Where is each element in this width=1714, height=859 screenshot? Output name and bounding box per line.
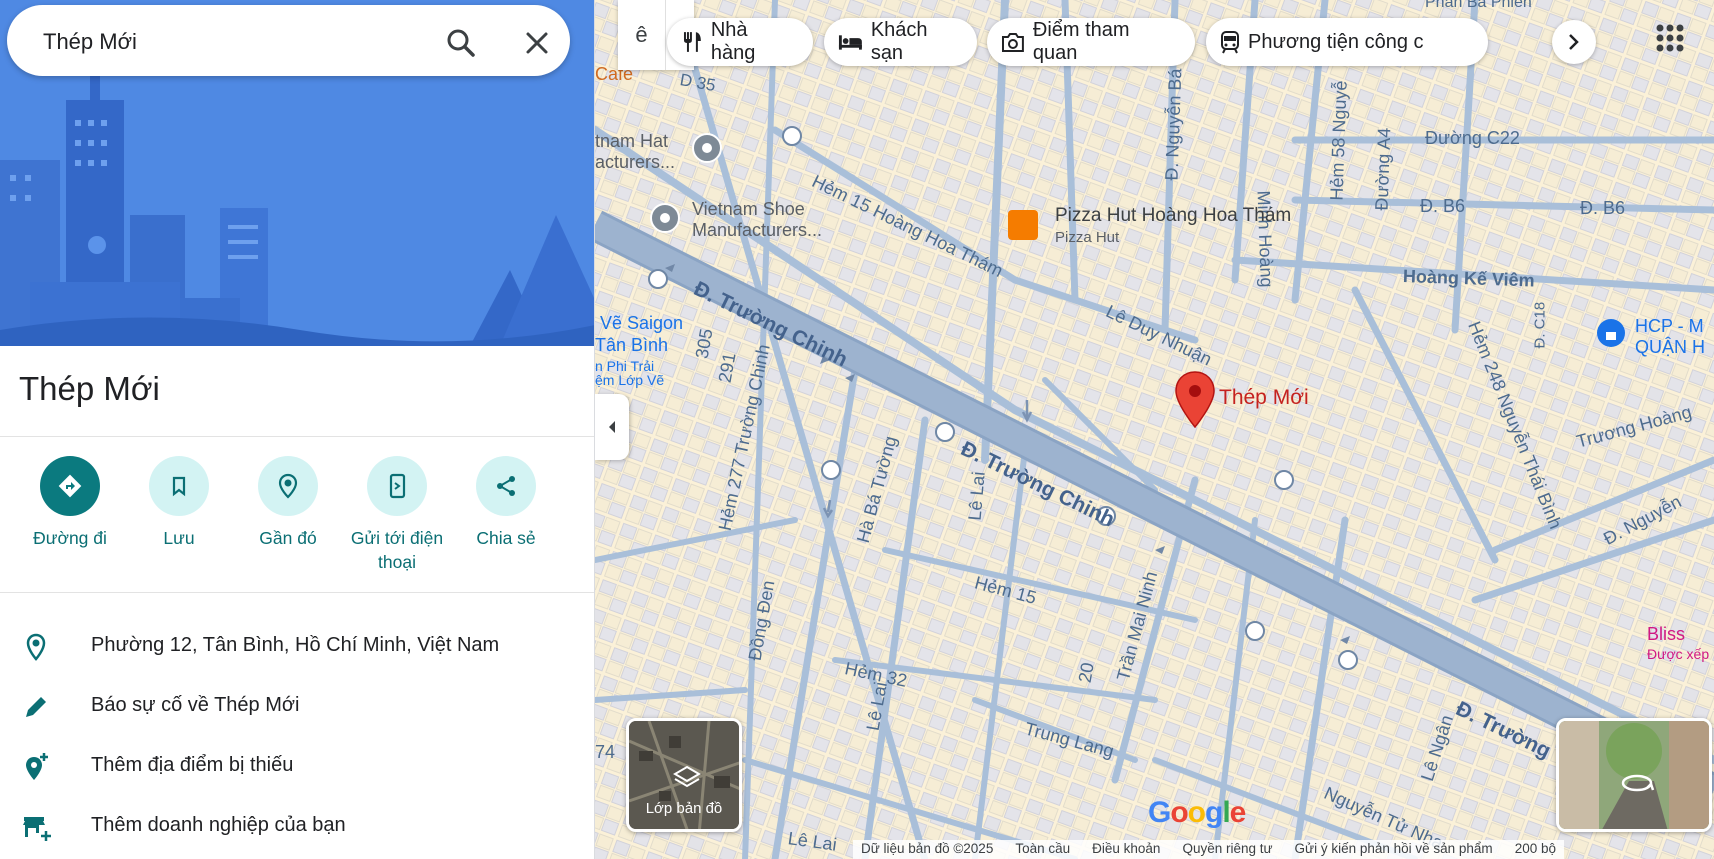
- poi-label: Vietnam Shoe: [692, 199, 805, 219]
- add-business-icon: [23, 817, 51, 841]
- street-view-thumbnail: [1559, 721, 1709, 829]
- divider: [0, 436, 594, 437]
- map-label: Đường A4: [1371, 127, 1395, 211]
- share-icon: [497, 476, 515, 496]
- directions-label: Đường đi: [33, 528, 107, 548]
- map-data-attribution[interactable]: Dữ liệu bản đồ ©2025: [861, 841, 993, 858]
- map-label: 74: [595, 742, 616, 762]
- scale-label[interactable]: 200 bộ: [1515, 841, 1556, 858]
- directions-button[interactable]: Đường đi: [10, 456, 130, 550]
- transit-icon: [1221, 31, 1239, 54]
- poi-label: Tân Bình: [595, 335, 669, 355]
- map-footer: Dữ liệu bản đồ ©2025 Toàn cầu Điều khoản…: [853, 840, 1564, 859]
- poi-label: acturers...: [595, 152, 676, 172]
- map-base: [595, 0, 1714, 859]
- terms-link[interactable]: Điều khoản: [1092, 841, 1160, 858]
- search-box[interactable]: Thép Mới: [7, 5, 570, 76]
- nearby-label: Gần đó: [259, 528, 317, 548]
- add-business-row[interactable]: Thêm doanh nghiệp của bạn: [0, 800, 594, 852]
- chip-transit[interactable]: Phương tiện công c: [1206, 18, 1488, 66]
- location-pin-icon: [26, 633, 46, 661]
- map-type-icon[interactable]: ê: [618, 0, 666, 70]
- map-label: Đ. B6: [1420, 196, 1466, 216]
- suggest-edit-text: Báo sự cố về Thép Mới: [91, 694, 300, 716]
- address-row[interactable]: Phường 12, Tân Bình, Hồ Chí Minh, Việt N…: [0, 620, 594, 672]
- chevron-right-icon[interactable]: [1552, 20, 1596, 64]
- directions-icon: [58, 474, 82, 498]
- save-button[interactable]: Lưu: [119, 456, 239, 550]
- chip-label: Điểm tham quan: [1032, 19, 1130, 64]
- map-label: Hẻm 58 Nguyễ: [1326, 80, 1351, 201]
- region-link[interactable]: Toàn cầu: [1015, 841, 1070, 858]
- chip-restaurants[interactable]: Nhà hàng: [667, 18, 813, 66]
- poi-label: HCP - M: [1635, 316, 1704, 336]
- add-place-text: Thêm địa điểm bị thiếu: [91, 754, 294, 776]
- place-hero-image[interactable]: Thép Mới: [0, 0, 594, 346]
- poi-label: Được xếp: [1647, 646, 1710, 662]
- add-place-icon: [26, 753, 48, 780]
- nearby-icon: [278, 473, 298, 499]
- bookmark-icon: [172, 476, 186, 497]
- map-label: 20: [1074, 660, 1098, 685]
- poi-label: Vẽ Saigon: [600, 313, 684, 333]
- feedback-link[interactable]: Gửi ý kiến phản hồi về sản phẩm: [1295, 841, 1493, 858]
- street-view-button[interactable]: [1556, 718, 1712, 832]
- chip-hotels[interactable]: Khách sạn: [824, 18, 977, 66]
- collapse-panel-button[interactable]: [595, 394, 629, 460]
- apps-grid-icon[interactable]: [1650, 18, 1690, 58]
- nearby-button[interactable]: Gần đó: [228, 456, 348, 550]
- privacy-link[interactable]: Quyền riêng tư: [1182, 841, 1272, 858]
- map-label: Đường C22: [1425, 128, 1520, 148]
- place-marker-label[interactable]: Thép Mới: [1219, 386, 1309, 410]
- divider: [0, 592, 594, 593]
- chip-attractions[interactable]: Điểm tham quan: [987, 18, 1195, 66]
- chip-label: Phương tiện công c: [1248, 30, 1424, 53]
- map-label: Phan Bá Phiến: [1425, 0, 1532, 11]
- hotel-icon: [838, 35, 862, 50]
- chip-label: Khách sạn: [870, 19, 928, 64]
- map-label: Lê Lai: [964, 470, 989, 522]
- send-to-phone-icon: [389, 473, 406, 499]
- map-canvas[interactable]: Đ. Trường Chinh Đ. Trường Chinh Đ. Trườn…: [595, 0, 1714, 859]
- layers-label: Lớp bản đồ: [645, 800, 723, 817]
- google-logo: Google: [1148, 796, 1246, 829]
- search-input[interactable]: Thép Mới: [43, 29, 137, 55]
- poi-label: Bliss: [1647, 624, 1686, 644]
- poi-label: QUẬN H: [1635, 337, 1706, 357]
- add-business-text: Thêm doanh nghiệp của bạn: [91, 814, 346, 836]
- poi-label: ệm Lớp Vẽ: [595, 372, 665, 388]
- send-to-phone-button[interactable]: Gửi tới điện thoại: [337, 456, 457, 574]
- add-place-row[interactable]: Thêm địa điểm bị thiếu: [0, 740, 594, 792]
- map-label: Đ. C18: [1531, 301, 1549, 349]
- send-to-phone-label: Gửi tới điện thoại: [350, 528, 444, 572]
- share-label: Chia sẻ: [476, 528, 536, 548]
- chip-label: Nhà hàng: [710, 19, 756, 64]
- place-panel: Thép Mới Thép Mới Đường đi Lưu Gần đó Gử…: [0, 0, 595, 859]
- search-icon[interactable]: [441, 23, 481, 63]
- save-label: Lưu: [163, 528, 195, 548]
- suggest-edit-row[interactable]: Báo sự cố về Thép Mới: [0, 680, 594, 732]
- poi-label: Manufacturers...: [692, 220, 823, 240]
- camera-icon: [1001, 33, 1024, 52]
- layers-button[interactable]: Lớp bản đồ: [626, 718, 742, 832]
- pencil-icon: [26, 697, 46, 717]
- restaurant-icon: [683, 32, 701, 52]
- chevron-left-icon: [609, 421, 615, 433]
- address-text: Phường 12, Tân Bình, Hồ Chí Minh, Việt N…: [91, 634, 500, 656]
- place-title: Thép Mới: [19, 370, 160, 407]
- map-label: Đ. B6: [1580, 198, 1626, 218]
- maps-app: Thép Mới Thép Mới Đường đi Lưu Gần đó Gử…: [0, 0, 1714, 859]
- poi-label: Pizza Hut: [1055, 229, 1120, 246]
- share-button[interactable]: Chia sẻ: [446, 456, 566, 550]
- poi-label: Pizza Hut Hoàng Hoa Thám: [1055, 205, 1292, 226]
- poi-label: tnam Hat: [595, 131, 669, 151]
- map-label: Đ. Nguyễn Bá: [1161, 68, 1186, 181]
- close-icon[interactable]: [517, 23, 557, 63]
